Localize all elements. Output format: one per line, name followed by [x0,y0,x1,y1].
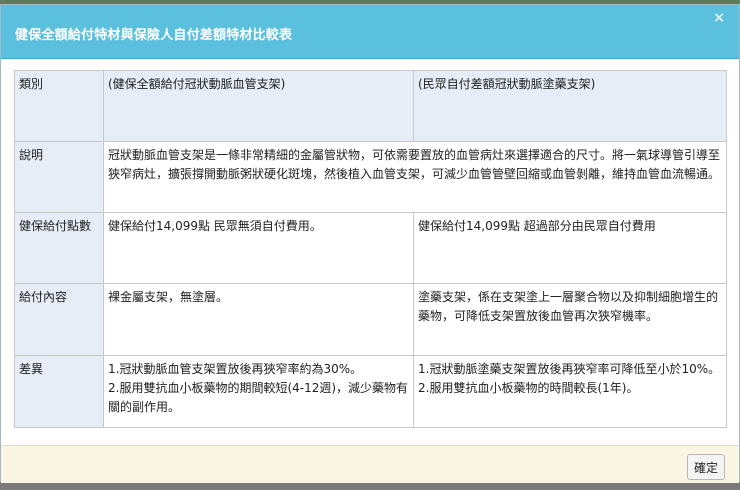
difference-drug-eluting-line1: 1.冠狀動脈塗藥支架置放後再狹窄率可降低至小於10%。 [418,362,721,376]
close-icon[interactable]: × [713,10,725,26]
coverage-bare-metal: 裸金屬支架，無塗層。 [103,283,414,356]
difference-bare-metal-line2: 2.服用雙抗血小板藥物的期間較短(4-12週)，減少藥物有關的副作用。 [108,381,409,414]
confirm-button[interactable]: 確定 [687,454,725,480]
row-label-difference: 差異 [14,355,104,428]
difference-drug-eluting-line2: 2.服用雙抗血小板藥物的時間較長(1年)。 [418,381,639,395]
header-bare-metal-stent: (健保全額給付冠狀動脈血管支架) [103,70,414,142]
difference-drug-eluting: 1.冠狀動脈塗藥支架置放後再狹窄率可降低至小於10%。 2.服用雙抗血小板藥物的… [413,355,727,428]
table-row: 健保給付點數 健保給付14,099點 民眾無須自付費用。 健保給付14,099點… [14,212,727,284]
dialog-header: 健保全額給付特材與保險人自付差額特材比較表 × [1,5,739,59]
header-drug-eluting-stent: (民眾自付差額冠狀動脈塗藥支架) [413,70,727,142]
table-row: 差異 1.冠狀動脈血管支架置放後再狹窄率約為30%。 2.服用雙抗血小板藥物的期… [14,355,727,428]
table-row: 給付內容 裸金屬支架，無塗層。 塗藥支架，係在支架塗上一層聚合物以及抑制細胞增生… [14,283,727,356]
table-row: 說明 冠狀動脈血管支架是一條非常精細的金屬管狀物，可依需要置放的血管病灶來選擇適… [14,141,727,213]
table-header-row: 類別 (健保全額給付冠狀動脈血管支架) (民眾自付差額冠狀動脈塗藥支架) [14,70,727,142]
dialog-body: 類別 (健保全額給付冠狀動脈血管支架) (民眾自付差額冠狀動脈塗藥支架) 說明 … [1,60,739,445]
points-bare-metal: 健保給付14,099點 民眾無須自付費用。 [103,212,414,284]
dialog-title: 健保全額給付特材與保險人自付差額特材比較表 [15,28,293,43]
description-cell: 冠狀動脈血管支架是一條非常精細的金屬管狀物，可依需要置放的血管病灶來選擇適合的尺… [103,141,727,213]
coverage-drug-eluting: 塗藥支架，係在支架塗上一層聚合物以及抑制細胞增生的藥物，可降低支架置放後血管再次… [413,283,727,356]
row-label-points: 健保給付點數 [14,212,104,284]
row-label-coverage: 給付內容 [14,283,104,356]
dialog-footer: 確定 [1,445,739,483]
points-drug-eluting: 健保給付14,099點 超過部分由民眾自付費用 [413,212,727,284]
header-category: 類別 [14,70,104,142]
difference-bare-metal: 1.冠狀動脈血管支架置放後再狹窄率約為30%。 2.服用雙抗血小板藥物的期間較短… [103,355,414,428]
difference-bare-metal-line1: 1.冠狀動脈血管支架置放後再狹窄率約為30%。 [108,362,363,376]
comparison-dialog: 健保全額給付特材與保險人自付差額特材比較表 × 類別 (健保全額給付冠狀動脈血管… [0,4,740,483]
row-label-description: 說明 [14,141,104,213]
comparison-table: 類別 (健保全額給付冠狀動脈血管支架) (民眾自付差額冠狀動脈塗藥支架) 說明 … [14,70,727,428]
